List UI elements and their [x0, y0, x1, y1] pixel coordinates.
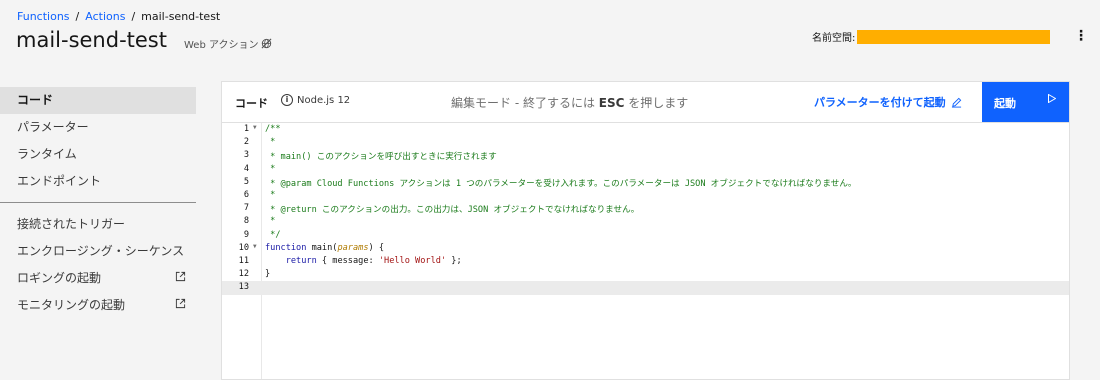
keyword-function: function — [265, 242, 307, 253]
code-panel: コード i Node.js 12 編集モード - 終了するには ESC を押しま… — [221, 81, 1070, 380]
code-text: */ — [265, 229, 281, 240]
breadcrumb-separator: / — [131, 10, 136, 23]
code-line: 5 * @param Cloud Functions アクションは 1 つのパラ… — [222, 176, 1069, 189]
code-text: * main() このアクションを呼び出すときに実行されます — [265, 152, 497, 163]
code-line: 6 * — [222, 189, 1069, 202]
line-number: 9 — [243, 229, 249, 240]
page-title: mail-send-test — [16, 28, 167, 52]
sidebar-item-enclosing-sequences[interactable]: エンクロージング・シーケンス — [0, 238, 196, 265]
string-literal: 'Hello World' — [378, 256, 447, 266]
code-panel-header: コード i Node.js 12 編集モード - 終了するには ESC を押しま… — [222, 82, 1069, 123]
code-text: * — [265, 190, 276, 200]
sidebar-item-label: モニタリングの起動 — [17, 298, 126, 312]
line-number: 13 — [238, 282, 249, 293]
line-number: 5 — [243, 176, 249, 187]
code-line: 12 } — [222, 268, 1069, 281]
line-number: 1 — [243, 124, 249, 134]
param-name: params — [337, 242, 369, 253]
code-text: * @param Cloud Functions アクションは 1 つのパラメー… — [265, 178, 857, 189]
sidebar-item-label: ロギングの起動 — [17, 271, 102, 285]
code-line: 9 */ — [222, 229, 1069, 242]
line-number: 4 — [243, 163, 249, 174]
sidebar-divider — [0, 202, 196, 203]
code-text: return { message: 'Hello World' }; — [265, 256, 462, 266]
namespace: 名前空間: — [812, 29, 1051, 44]
code-text: * — [265, 137, 276, 148]
code-line: 4 * — [222, 163, 1069, 176]
sidebar-item-endpoints[interactable]: エンドポイント — [0, 168, 196, 195]
code-text: * — [265, 216, 276, 227]
esc-key: ESC — [598, 96, 625, 110]
code-line: 1 ▼ /** — [222, 123, 1069, 136]
code-text: * @return このアクションの出力。この出力は、JSON オブジェクトでな… — [265, 205, 640, 216]
namespace-label: 名前空間: — [812, 33, 856, 44]
keyword-return: return — [265, 256, 317, 266]
code-text: function main(params) { — [265, 243, 384, 253]
code-line-current: 13 — [222, 281, 1069, 295]
breadcrumb: Functions / Actions / mail-send-test — [17, 10, 220, 23]
line-number: 12 — [238, 269, 249, 280]
code-line: 7 * @return このアクションの出力。この出力は、JSON オブジェクト… — [222, 202, 1069, 215]
edit-mode-prefix: 編集モード - 終了するには — [451, 96, 595, 110]
fold-arrow-icon[interactable]: ▼ — [253, 243, 257, 250]
sidebar-item-code[interactable]: コード — [0, 87, 196, 114]
code-text: * — [265, 163, 276, 174]
fold-arrow-icon[interactable]: ▼ — [253, 124, 257, 131]
code-heading: コード — [235, 97, 268, 110]
code-punctuation: ) { — [368, 242, 385, 253]
invoke-button[interactable]: 起動 — [982, 82, 1069, 122]
sidebar-item-monitoring[interactable]: モニタリングの起動 — [0, 292, 196, 319]
line-number: 7 — [243, 203, 249, 214]
runtime-info: i Node.js 12 — [281, 94, 350, 106]
line-number: 2 — [243, 137, 249, 148]
edit-mode-suffix: を押します — [628, 96, 689, 110]
edit-mode-hint: 編集モード - 終了するには ESC を押します — [451, 94, 688, 111]
external-link-icon — [175, 271, 186, 282]
line-number: 8 — [243, 216, 249, 227]
code-text: /** — [265, 124, 281, 134]
sidebar-item-logging[interactable]: ロギングの起動 — [0, 265, 196, 292]
overflow-menu-icon[interactable]: ⋮ — [1074, 28, 1088, 44]
line-number: 10 — [238, 242, 249, 253]
edit-icon — [951, 97, 961, 108]
sidebar-item-parameters[interactable]: パラメーター — [0, 114, 196, 141]
code-text: } — [265, 269, 271, 280]
code-editor[interactable]: 1 ▼ /** 2 * 3 * main() このアクションを呼び出すときに実行… — [222, 123, 1069, 379]
side-navigation: コード パラメーター ランタイム エンドポイント 接続されたトリガー エンクロー… — [0, 87, 196, 319]
breadcrumb-separator: / — [75, 10, 80, 23]
code-line: 3 * main() このアクションを呼び出すときに実行されます — [222, 149, 1069, 162]
code-line: 11 return { message: 'Hello World' }; — [222, 255, 1069, 268]
breadcrumb-actions[interactable]: Actions — [85, 10, 125, 23]
object-literal-close: }; — [446, 256, 462, 266]
code-line: 2 * — [222, 136, 1069, 149]
web-action-text: Web アクション — [184, 40, 259, 51]
info-icon: i — [281, 94, 293, 106]
namespace-redacted-value — [857, 29, 1051, 44]
runtime-label: Node.js 12 — [297, 94, 351, 106]
function-name: main( — [306, 242, 338, 253]
external-link-icon — [175, 298, 186, 309]
invoke-label: 起動 — [994, 97, 1016, 110]
invoke-with-parameters-label: パラメーターを付けて起動 — [814, 96, 946, 109]
action-type-label: Web アクション — [184, 36, 272, 51]
sidebar-item-runtime[interactable]: ランタイム — [0, 141, 196, 168]
line-number: 11 — [238, 256, 249, 266]
code-line: 10 ▼ function main(params) { — [222, 242, 1069, 255]
web-disabled-icon — [262, 38, 272, 49]
invoke-with-parameters-button[interactable]: パラメーターを付けて起動 — [814, 94, 962, 110]
line-number: 3 — [243, 150, 249, 161]
breadcrumb-functions[interactable]: Functions — [17, 10, 70, 23]
sidebar-item-connected-triggers[interactable]: 接続されたトリガー — [0, 211, 196, 238]
play-icon — [1048, 94, 1056, 103]
line-number: 6 — [243, 190, 249, 200]
code-line: 8 * — [222, 215, 1069, 228]
object-literal-open: { message: — [316, 256, 379, 266]
breadcrumb-current: mail-send-test — [141, 10, 221, 23]
